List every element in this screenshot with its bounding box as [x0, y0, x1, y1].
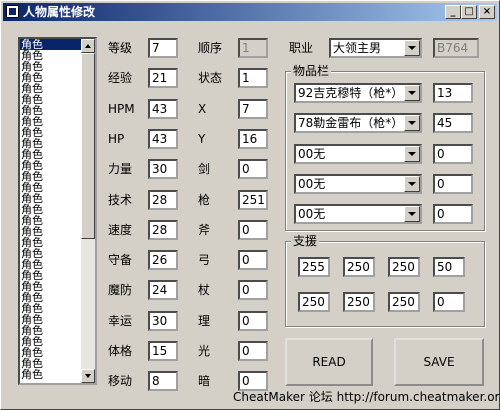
- chevron-down-icon[interactable]: [404, 85, 420, 101]
- stat-label: 剑: [198, 162, 211, 176]
- stat-label: 枪: [198, 193, 211, 207]
- stat-label: 斧: [198, 223, 211, 237]
- item-name: 92吉克穆特（枪*）: [298, 86, 404, 100]
- profession-value: 大领主男: [333, 41, 382, 55]
- item-count-input[interactable]: 0: [433, 204, 473, 224]
- stat-label: 杖: [198, 283, 211, 297]
- item-count-input[interactable]: 45: [433, 113, 473, 133]
- profession-code-field: B764: [433, 38, 479, 58]
- stat-label: 速度: [108, 223, 133, 237]
- list-scrollbar[interactable]: [81, 39, 95, 383]
- stat-input[interactable]: 24: [148, 280, 178, 300]
- stat-input: 1: [238, 38, 268, 58]
- maximize-button[interactable]: □: [461, 5, 477, 19]
- stat-input[interactable]: 0: [238, 250, 268, 270]
- stat-label: HPM: [108, 102, 135, 116]
- stat-input[interactable]: 16: [238, 129, 268, 149]
- minimize-button[interactable]: _: [445, 5, 461, 19]
- chevron-down-icon[interactable]: [404, 176, 420, 192]
- stat-input[interactable]: 8: [148, 371, 178, 391]
- stat-label: 技术: [108, 193, 133, 207]
- item-count-input[interactable]: 0: [433, 144, 473, 164]
- character-list[interactable]: 角色 角色 角色 角色 角色 角色 角色 角色 角色 角色 角色 角色 角色 角色 角色 角色 角色 角色 角色 角色…: [18, 37, 97, 385]
- footer-text: CheatMaker 论坛 http://forum.cheatmaker.or…: [233, 390, 500, 404]
- item-count-input[interactable]: 13: [433, 83, 473, 103]
- item-select[interactable]: 00无: [294, 144, 422, 164]
- stat-input[interactable]: 251: [238, 190, 268, 210]
- stat-input[interactable]: 43: [148, 99, 178, 119]
- item-name: 00无: [298, 207, 326, 221]
- profession-select[interactable]: 大领主男: [329, 38, 422, 58]
- title-bar[interactable]: 人物属性修改 _ □ ×: [3, 3, 497, 21]
- support-input[interactable]: 250: [343, 292, 375, 312]
- stat-input[interactable]: 0: [238, 159, 268, 179]
- stat-label: 体格: [108, 344, 133, 358]
- save-button[interactable]: SAVE: [394, 338, 484, 386]
- scroll-thumb[interactable]: [81, 53, 95, 239]
- stat-input[interactable]: 7: [238, 99, 268, 119]
- stat-input[interactable]: 30: [148, 311, 178, 331]
- stat-label: 顺序: [198, 41, 223, 55]
- stat-input[interactable]: 21: [148, 68, 178, 88]
- stat-label: X: [198, 102, 207, 116]
- items-group-title: 物品栏: [291, 64, 332, 78]
- stat-input[interactable]: 1: [238, 68, 268, 88]
- stat-label: 移动: [108, 374, 133, 388]
- item-name: 00无: [298, 147, 326, 161]
- stat-input[interactable]: 7: [148, 38, 178, 58]
- support-input[interactable]: 50: [433, 257, 465, 277]
- chevron-down-icon[interactable]: [404, 115, 420, 131]
- support-input[interactable]: 250: [388, 292, 420, 312]
- chevron-down-icon[interactable]: [404, 146, 420, 162]
- stat-label: HP: [108, 132, 125, 146]
- stat-label: 弓: [198, 253, 211, 267]
- stat-input[interactable]: 0: [238, 220, 268, 240]
- stat-input[interactable]: 26: [148, 250, 178, 270]
- stat-input[interactable]: 0: [238, 311, 268, 331]
- stat-label: 状态: [198, 71, 223, 85]
- stat-label: 经验: [108, 71, 133, 85]
- item-select[interactable]: 00无: [294, 204, 422, 224]
- stat-label: 守备: [108, 253, 133, 267]
- stat-label: 力量: [108, 162, 133, 176]
- stat-input[interactable]: 0: [238, 341, 268, 361]
- chevron-down-icon[interactable]: [404, 40, 420, 56]
- stat-label: 光: [198, 344, 211, 358]
- support-group-title: 支援: [291, 234, 320, 248]
- item-count-input[interactable]: 0: [433, 174, 473, 194]
- app-icon: [6, 5, 19, 18]
- support-input[interactable]: 250: [298, 292, 330, 312]
- stat-input[interactable]: 30: [148, 159, 178, 179]
- item-select[interactable]: 78勒金雷布（枪*）: [294, 113, 422, 133]
- main-window: 人物属性修改 _ □ × 角色 角色 角色 角色 角色 角色 角色 角色 角色 角色 角色 角色 角色角…: [0, 0, 500, 410]
- stat-input[interactable]: 0: [238, 280, 268, 300]
- support-group: [285, 241, 485, 327]
- item-select[interactable]: 92吉克穆特（枪*）: [294, 83, 422, 103]
- stat-input[interactable]: 15: [148, 341, 178, 361]
- stat-input[interactable]: 28: [148, 220, 178, 240]
- scroll-down-icon[interactable]: [81, 369, 95, 383]
- item-select[interactable]: 00无: [294, 174, 422, 194]
- support-input[interactable]: 250: [343, 257, 375, 277]
- support-input[interactable]: 250: [388, 257, 420, 277]
- scroll-up-icon[interactable]: [81, 39, 95, 53]
- stat-label: 幸运: [108, 314, 133, 328]
- stat-label: Y: [198, 132, 206, 146]
- support-input[interactable]: 0: [433, 292, 465, 312]
- stat-input[interactable]: 43: [148, 129, 178, 149]
- item-name: 00无: [298, 177, 326, 191]
- item-name: 78勒金雷布（枪*）: [298, 116, 404, 130]
- stat-label: 暗: [198, 374, 211, 388]
- window-title: 人物属性修改: [23, 5, 96, 19]
- stat-input[interactable]: 28: [148, 190, 178, 210]
- stat-label: 等级: [108, 41, 133, 55]
- close-button[interactable]: ×: [479, 5, 495, 19]
- profession-label: 职业: [289, 41, 314, 55]
- stat-label: 魔防: [108, 283, 133, 297]
- chevron-down-icon[interactable]: [404, 206, 420, 222]
- stat-label: 理: [198, 314, 211, 328]
- read-button[interactable]: READ: [285, 338, 373, 386]
- stat-input[interactable]: 0: [238, 371, 268, 391]
- support-input[interactable]: 255: [298, 257, 330, 277]
